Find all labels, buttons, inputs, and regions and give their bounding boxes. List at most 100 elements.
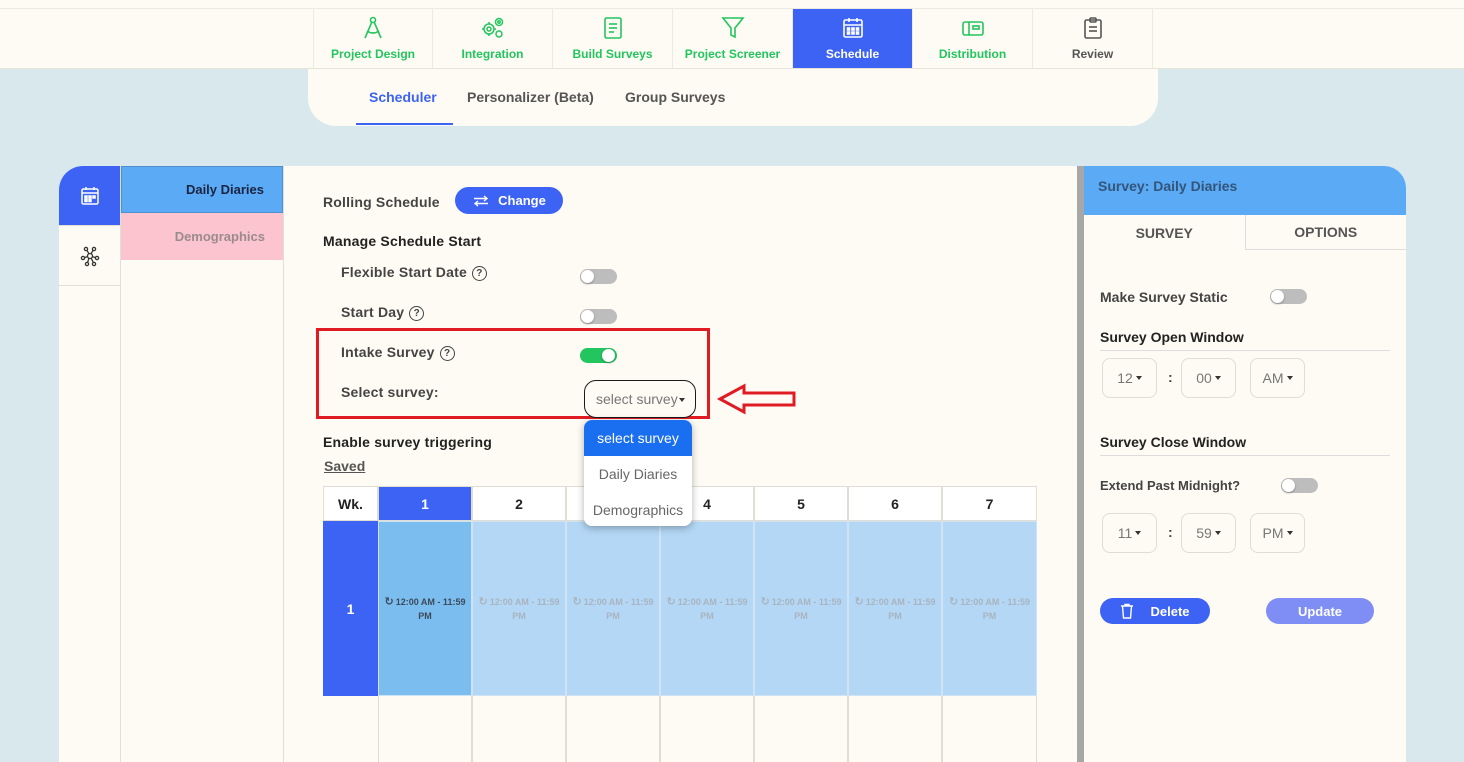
intake-survey-label: Intake Survey? [341,344,455,361]
step-navigation: Project Design Integration Build Surveys… [313,9,1153,68]
divider [1100,455,1390,456]
mailbox-icon [961,21,984,36]
day-header[interactable]: 1 [378,486,472,521]
schedule-subtabs: Scheduler Personalizer (Beta) Group Surv… [308,69,1158,126]
survey-item-demographics[interactable]: Demographics [121,213,283,260]
close-hour-select[interactable]: 11 [1102,513,1157,553]
top-strip [0,0,1464,9]
nav-project-screener[interactable]: Project Screener [673,9,793,68]
dropdown-option[interactable]: Daily Diaries [584,456,692,492]
make-static-label: Make Survey Static [1100,289,1228,305]
open-ampm-select[interactable]: AM [1250,358,1305,398]
empty-cell [754,696,848,762]
caret-down-icon [1286,531,1293,535]
network-view-button[interactable] [59,226,120,286]
schedule-cell[interactable]: ↻ 12:00 AM - 11:59 PM [754,521,848,696]
cell-time: 12:00 AM - 11:59 PM [771,596,842,621]
caret-down-icon [1135,376,1142,380]
open-ampm-value: AM [1262,370,1284,386]
delete-button[interactable]: Delete [1100,598,1210,624]
day-header[interactable]: 2 [472,486,566,521]
nav-label: Project Screener [684,47,781,61]
schedule-cell[interactable]: ↻ 12:00 AM - 11:59 PM [848,521,942,696]
survey-list: Daily Diaries Demographics [121,166,284,762]
nav-project-design[interactable]: Project Design [313,9,433,68]
dropdown-option[interactable]: Demographics [584,492,692,526]
empty-cell [942,696,1037,762]
flexible-start-toggle[interactable] [580,269,617,284]
help-icon[interactable]: ? [409,306,425,321]
flexible-start-label: Flexible Start Date? [341,264,487,281]
nav-build-surveys[interactable]: Build Surveys [553,9,673,68]
repeat-icon: ↻ [384,595,394,608]
help-icon[interactable]: ? [439,346,455,361]
day-header[interactable]: 5 [754,486,848,521]
schedule-cell[interactable]: ↻ 12:00 AM - 11:59 PM [472,521,566,696]
start-day-label: Start Day? [341,304,425,321]
select-survey-dropdown[interactable]: select survey [584,380,696,418]
saved-link[interactable]: Saved [324,458,365,474]
close-ampm-select[interactable]: PM [1250,513,1305,553]
empty-cell [848,696,942,762]
survey-item-daily-diaries[interactable]: Daily Diaries [121,166,283,213]
rolling-schedule-label: Rolling Schedule [323,194,440,210]
repeat-icon: ↻ [478,595,488,608]
tab-options[interactable]: OPTIONS [1245,215,1406,250]
network-icon [80,246,99,266]
intake-survey-text: Intake Survey [341,344,435,360]
start-day-toggle[interactable] [580,309,617,324]
change-button[interactable]: Change [455,187,563,214]
repeat-icon: ↻ [854,595,864,608]
nav-distribution[interactable]: Distribution [913,9,1033,68]
caret-down-icon [1214,531,1221,535]
day-header[interactable]: 6 [848,486,942,521]
open-minute-select[interactable]: 00 [1181,358,1236,398]
schedule-cell[interactable]: ↻ 12:00 AM - 11:59 PM [660,521,754,696]
empty-cell [566,696,660,762]
nav-label: Integration [461,47,524,61]
nav-integration[interactable]: Integration [433,9,553,68]
funnel-icon [720,17,745,39]
cell-time: 12:00 AM - 11:59 PM [960,596,1030,621]
nav-label: Project Design [330,47,416,61]
week-header: Wk. [323,486,378,521]
nav-label: Schedule [825,47,880,61]
schedule-cell[interactable]: ↻ 12:00 AM - 11:59 PM [942,521,1037,696]
swap-arrows-icon [474,194,489,207]
empty-cell [472,696,566,762]
dropdown-option[interactable]: select survey [584,420,692,456]
repeat-icon: ↻ [949,595,959,608]
close-ampm-value: PM [1262,525,1284,541]
gears-icon [481,17,503,38]
tab-personalizer[interactable]: Personalizer (Beta) [467,89,594,105]
update-button[interactable]: Update [1266,598,1374,624]
cell-time: 12:00 AM - 11:59 PM [677,596,748,621]
open-window-heading: Survey Open Window [1100,329,1244,345]
intake-survey-toggle[interactable] [580,348,617,363]
select-survey-label: Select survey: [341,384,439,400]
tab-scheduler[interactable]: Scheduler [369,89,437,105]
tab-survey[interactable]: SURVEY [1084,215,1246,250]
make-static-toggle[interactable] [1270,289,1307,304]
panel-resize-handle[interactable] [1077,166,1084,762]
close-minute-select[interactable]: 59 [1181,513,1236,553]
nav-schedule[interactable]: Schedule [793,9,913,68]
day-header[interactable]: 7 [942,486,1037,521]
nav-review[interactable]: Review [1033,9,1153,68]
divider [1100,350,1390,351]
tab-group-surveys[interactable]: Group Surveys [625,89,725,105]
schedule-cell[interactable]: ↻ 12:00 AM - 11:59 PM [566,521,660,696]
open-minute-value: 00 [1196,370,1212,386]
document-icon [603,17,622,39]
calendar-view-button[interactable] [59,166,120,226]
cell-time: 12:00 AM - 11:59 PM [865,596,936,621]
schedule-cell[interactable]: ↻ 12:00 AM - 11:59 PM [378,521,472,696]
help-icon[interactable]: ? [471,266,487,281]
open-hour-select[interactable]: 12 [1102,358,1157,398]
time-colon: : [1168,524,1173,540]
change-label: Change [498,193,546,208]
flexible-start-text: Flexible Start Date [341,264,467,280]
nav-label: Review [1071,47,1114,61]
scheduler-panel: Daily Diaries Demographics Rolling Sched… [59,166,1080,762]
extend-midnight-toggle[interactable] [1281,478,1318,493]
